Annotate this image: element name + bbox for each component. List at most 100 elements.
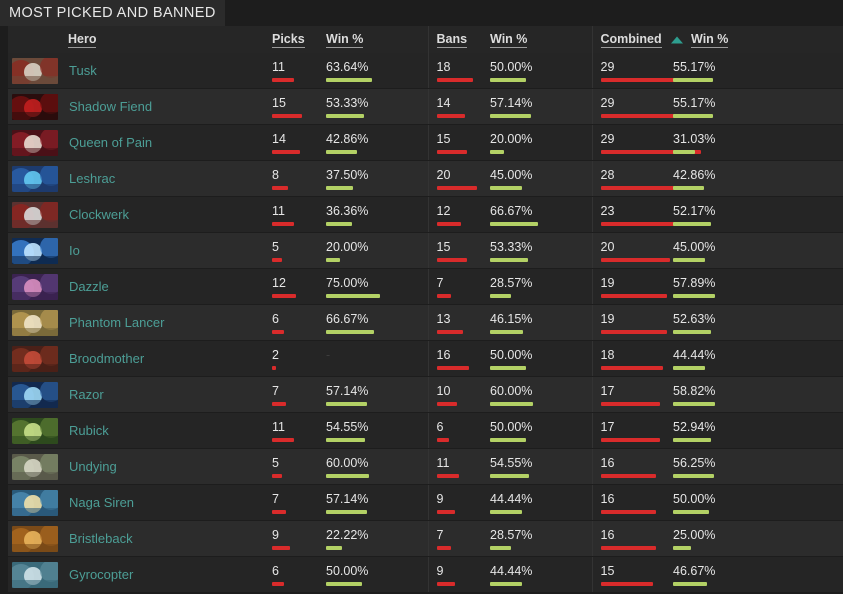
picks-cell: 11 bbox=[264, 53, 320, 89]
combined-bar bbox=[600, 474, 656, 478]
bans-cell: 13 bbox=[427, 304, 484, 341]
combined-cell: 19 bbox=[591, 304, 667, 341]
header-row: Hero Picks Win % Bans Win % Combined Win… bbox=[8, 26, 843, 53]
pick-win-cell: 57.14% bbox=[320, 376, 428, 413]
table-row[interactable]: Undying 5 60.00% 11 54.55% 16 56.25% bbox=[8, 448, 843, 485]
picks-value: 7 bbox=[272, 492, 279, 506]
table-row[interactable]: Dazzle 12 75.00% 7 28.57% 19 57.89% bbox=[8, 268, 843, 305]
hero-name-link[interactable]: Gyrocopter bbox=[58, 567, 133, 582]
hero-name-link[interactable]: Clockwerk bbox=[58, 207, 129, 222]
bans-cell: 18 bbox=[427, 53, 484, 89]
column-header-ban-win-label[interactable]: Win % bbox=[490, 32, 528, 48]
panel-title-bar: MOST PICKED AND BANNED bbox=[0, 0, 225, 26]
pick-win-value: 36.36% bbox=[326, 204, 369, 218]
hero-name-link[interactable]: Queen of Pain bbox=[58, 135, 152, 150]
table-row[interactable]: Razor 7 57.14% 10 60.00% 17 58.82% bbox=[8, 376, 843, 413]
table-row[interactable]: Rubick 11 54.55% 6 50.00% 17 52.94% bbox=[8, 412, 843, 449]
combined-win-value: 57.89% bbox=[673, 276, 716, 290]
combined-bar bbox=[600, 510, 656, 514]
combined-bar bbox=[600, 366, 663, 370]
table-row[interactable]: Gyrocopter 6 50.00% 9 44.44% 15 46.67% bbox=[8, 556, 843, 593]
combined-win-value: 31.03% bbox=[673, 132, 716, 146]
pick-win-value: 57.14% bbox=[326, 384, 369, 398]
hero-portrait-icon bbox=[12, 489, 58, 516]
picks-bar bbox=[272, 438, 294, 442]
table-row[interactable]: Shadow Fiend 15 53.33% 14 57.14% 29 55.17% bbox=[8, 88, 843, 125]
ban-win-bar bbox=[490, 78, 526, 82]
picks-cell: 6 bbox=[264, 556, 320, 593]
table-row[interactable]: Io 5 20.00% 15 53.33% 20 45.00% bbox=[8, 232, 843, 269]
hero-name-link[interactable]: Rubick bbox=[58, 423, 109, 438]
column-header-picks-label[interactable]: Picks bbox=[272, 32, 305, 48]
pick-win-bar bbox=[326, 78, 372, 82]
hero-portrait-icon bbox=[12, 165, 58, 192]
bans-value: 20 bbox=[436, 168, 451, 182]
ban-win-bar bbox=[490, 222, 538, 226]
ban-win-value: 44.44% bbox=[490, 564, 533, 578]
hero-name-link[interactable]: Broodmother bbox=[58, 351, 144, 366]
hero-name-link[interactable]: Naga Siren bbox=[58, 495, 134, 510]
picks-value: 11 bbox=[272, 60, 285, 74]
column-header-picks[interactable]: Picks bbox=[264, 26, 320, 53]
page-title: MOST PICKED AND BANNED bbox=[9, 5, 216, 21]
bans-bar bbox=[436, 186, 477, 190]
ban-win-value: 28.57% bbox=[490, 276, 533, 290]
column-header-pick-win-label[interactable]: Win % bbox=[326, 32, 364, 48]
picks-cell: 15 bbox=[264, 88, 320, 125]
table-row[interactable]: Phantom Lancer 6 66.67% 13 46.15% 19 52.63% bbox=[8, 304, 843, 341]
hero-name-link[interactable]: Io bbox=[58, 243, 80, 258]
hero-cell: Rubick bbox=[8, 412, 264, 449]
combined-win-bar bbox=[673, 402, 715, 406]
pick-win-value: 60.00% bbox=[326, 456, 369, 470]
picks-cell: 12 bbox=[264, 268, 320, 305]
bans-bar bbox=[436, 402, 457, 406]
hero-name-link[interactable]: Leshrac bbox=[58, 171, 115, 186]
combined-win-bar bbox=[673, 222, 711, 226]
column-header-ban-win[interactable]: Win % bbox=[484, 26, 592, 53]
combined-value: 29 bbox=[600, 60, 615, 74]
hero-name-link[interactable]: Shadow Fiend bbox=[58, 99, 152, 114]
table-row[interactable]: Queen of Pain 14 42.86% 15 20.00% 29 31.03% bbox=[8, 124, 843, 161]
column-header-bans-label[interactable]: Bans bbox=[436, 32, 468, 48]
bans-value: 9 bbox=[436, 564, 444, 578]
hero-portrait-icon bbox=[12, 273, 58, 300]
combined-bar bbox=[600, 330, 667, 334]
picks-value: 9 bbox=[272, 528, 279, 542]
column-header-combined[interactable]: Combined bbox=[591, 26, 667, 53]
picks-cell: 11 bbox=[264, 196, 320, 233]
ban-win-value: 50.00% bbox=[490, 348, 533, 362]
pick-win-bar bbox=[326, 402, 367, 406]
table-row[interactable]: Leshrac 8 37.50% 20 45.00% 28 42.86% bbox=[8, 160, 843, 197]
ban-win-cell: 54.55% bbox=[484, 448, 592, 485]
combined-win-bar bbox=[673, 150, 695, 154]
table-row[interactable]: Naga Siren 7 57.14% 9 44.44% 16 50.00% bbox=[8, 484, 843, 521]
hero-cell: Phantom Lancer bbox=[8, 304, 264, 341]
column-header-combined-win[interactable]: Win % bbox=[667, 26, 843, 53]
combined-value: 16 bbox=[600, 492, 615, 506]
combined-win-cell: 57.89% bbox=[667, 268, 843, 305]
column-header-pick-win[interactable]: Win % bbox=[320, 26, 428, 53]
combined-win-cell: 55.17% bbox=[667, 88, 843, 125]
table-row[interactable]: Broodmother 2 - 16 50.00% 18 44.44% bbox=[8, 340, 843, 377]
hero-name-link[interactable]: Phantom Lancer bbox=[58, 315, 164, 330]
hero-name-link[interactable]: Bristleback bbox=[58, 531, 133, 546]
pick-win-bar bbox=[326, 510, 367, 514]
column-header-hero[interactable]: Hero bbox=[8, 26, 264, 53]
table-row[interactable]: Bristleback 9 22.22% 7 28.57% 16 25.00% bbox=[8, 520, 843, 557]
column-header-bans[interactable]: Bans bbox=[427, 26, 484, 53]
column-header-combined-label[interactable]: Combined bbox=[600, 32, 662, 48]
column-header-combined-win-label[interactable]: Win % bbox=[691, 32, 729, 48]
bans-bar bbox=[436, 258, 467, 262]
hero-name-link[interactable]: Tusk bbox=[58, 63, 97, 78]
hero-name-link[interactable]: Undying bbox=[58, 459, 117, 474]
ban-win-value: 45.00% bbox=[490, 168, 533, 182]
pick-win-value: 63.64% bbox=[326, 60, 369, 74]
table-row[interactable]: Clockwerk 11 36.36% 12 66.67% 23 52.17% bbox=[8, 196, 843, 233]
picks-cell: 2 bbox=[264, 340, 320, 377]
picks-bar bbox=[272, 114, 302, 118]
table-row[interactable]: Tusk 11 63.64% 18 50.00% 29 55.17% bbox=[8, 53, 843, 89]
hero-name-link[interactable]: Dazzle bbox=[58, 279, 109, 294]
hero-name-link[interactable]: Razor bbox=[58, 387, 104, 402]
column-header-hero-label[interactable]: Hero bbox=[68, 32, 97, 48]
bans-bar bbox=[436, 78, 473, 82]
